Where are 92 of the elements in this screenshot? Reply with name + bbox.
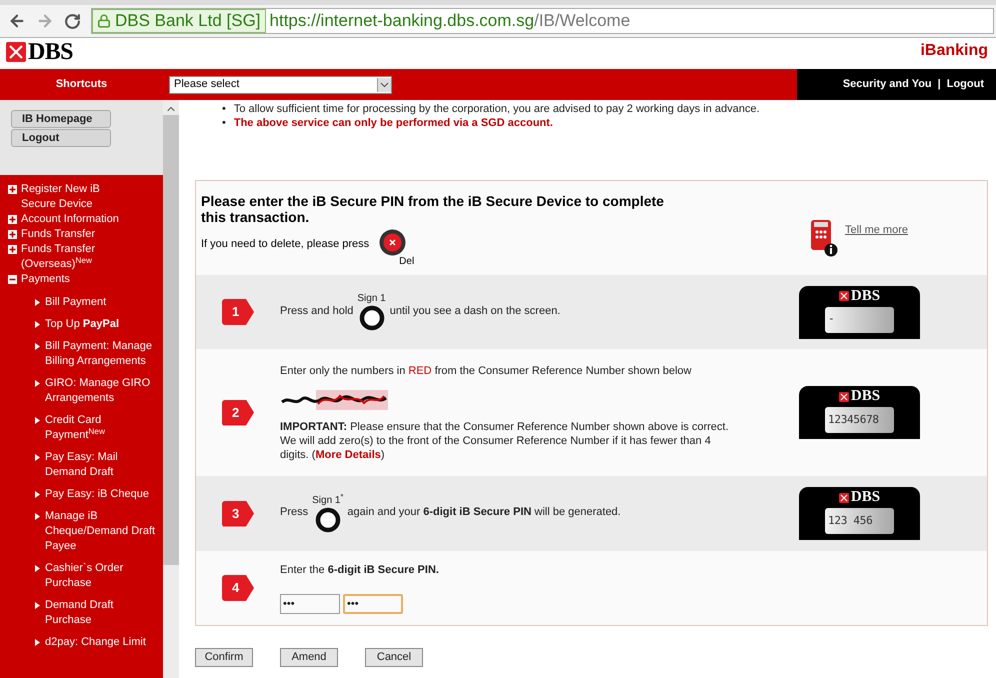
url-text: https://internet-banking.dbs.com.sg/IB/Welcome bbox=[270, 10, 630, 32]
logo-mark-icon bbox=[838, 492, 849, 502]
logo-mark-icon bbox=[838, 291, 849, 301]
sidebar-subitem[interactable]: Pay Easy: iB Cheque bbox=[45, 487, 159, 502]
sidebar-subitem[interactable]: GIRO: Manage GIRO Arrangements bbox=[45, 376, 159, 406]
triangle-bullet-icon bbox=[35, 321, 40, 328]
step-text: again and your 6-digit iB Secure PIN will be generated. bbox=[347, 505, 621, 520]
sidebar-subitem[interactable]: Manage iB Cheque/Demand Draft Payee bbox=[45, 509, 159, 554]
important-note: IMPORTANT: Please ensure that the Consumer Reference Number shown above is correct. We will add zero(s) to the front of the Consumer Reference Number if it has fewer than 4 digits. (More Details) bbox=[280, 420, 730, 462]
step-text: Press and hold bbox=[280, 304, 354, 318]
bullet-text: • bbox=[222, 102, 226, 116]
dropdown-caret-icon bbox=[377, 78, 391, 92]
triangle-bullet-icon bbox=[35, 513, 40, 520]
tell-me-more-link[interactable]: Tell me more bbox=[845, 222, 908, 238]
triangle-bullet-icon bbox=[35, 380, 40, 387]
triangle-bullet-icon bbox=[35, 299, 40, 306]
triangle-bullet-icon bbox=[35, 454, 40, 461]
token-info-icon bbox=[809, 219, 840, 257]
action-button[interactable]: Amend bbox=[280, 648, 338, 667]
sidebar-subitem[interactable]: Credit Card Payment$^{New}$ bbox=[45, 413, 159, 443]
step-number-badge: 1 bbox=[222, 299, 254, 325]
sidebar-item[interactable]: Payments bbox=[21, 272, 121, 287]
step-text: Enter the 6-digit iB Secure PIN. bbox=[280, 562, 440, 578]
sidebar-item[interactable]: Funds Transfer bbox=[21, 227, 121, 242]
token-screen: 123 456 bbox=[825, 508, 894, 534]
panel-title: Please enter the iB Secure PIN from the iB Secure Device to complete this transaction. bbox=[201, 193, 665, 225]
shortcut-select[interactable]: Please select bbox=[169, 76, 392, 94]
separator-text: | bbox=[938, 77, 941, 92]
triangle-bullet-icon bbox=[35, 565, 40, 572]
sidebar-subitem[interactable]: Top Up PayPal bbox=[45, 317, 159, 332]
back-icon[interactable] bbox=[8, 12, 26, 30]
step-text: Enter only the numbers in RED from the Consumer Reference Number shown below bbox=[280, 364, 692, 380]
plus-box-icon[interactable] bbox=[8, 230, 17, 239]
sidebar-subitem[interactable]: Cashier`s Order Purchase bbox=[45, 561, 159, 591]
plus-box-icon[interactable] bbox=[8, 245, 17, 254]
shortcuts-label: Shortcuts bbox=[54, 77, 108, 92]
address-bar[interactable]: DBS Bank Ltd [SG] https://internet-banking.dbs.com.sg/IB/Welcome bbox=[91, 8, 994, 34]
delete-key-icon bbox=[379, 229, 406, 256]
product-title: iBanking bbox=[920, 41, 988, 61]
minus-box-icon[interactable] bbox=[8, 275, 17, 284]
reload-icon[interactable] bbox=[64, 12, 81, 30]
more-details-link[interactable]: More Details bbox=[315, 448, 381, 461]
delete-key-label: Del bbox=[399, 255, 414, 269]
logout-link[interactable]: Logout bbox=[946, 76, 984, 93]
note-text: To allow sufficient time for processing by the corporation, you are advised to pay 2 working days in advance. bbox=[234, 102, 760, 116]
scrollbar[interactable] bbox=[163, 100, 179, 678]
token-logo: DBS bbox=[850, 288, 880, 304]
key-label: Sign 1 bbox=[357, 293, 386, 305]
sidebar-button[interactable]: Logout bbox=[11, 129, 111, 147]
token-logo: DBS bbox=[850, 389, 880, 404]
plus-box-icon[interactable] bbox=[8, 215, 17, 224]
sidebar-item[interactable]: Funds Transfer (Overseas)$^{New}$ bbox=[21, 242, 121, 272]
logo-mark-icon bbox=[838, 392, 849, 402]
triangle-bullet-icon bbox=[35, 639, 40, 646]
sidebar-subitem[interactable]: Demand Draft Purchase bbox=[45, 598, 159, 628]
certificate-badge[interactable]: DBS Bank Ltd [SG] bbox=[92, 9, 266, 33]
security-link[interactable]: Security and You bbox=[842, 76, 932, 93]
pin-input-field[interactable]: ••• bbox=[280, 594, 340, 614]
bullet-text: • bbox=[222, 116, 226, 130]
sidebar-subitem[interactable]: d2pay: Change Limit bbox=[45, 635, 159, 650]
action-button[interactable]: Cancel bbox=[365, 648, 423, 667]
scroll-thumb[interactable] bbox=[163, 115, 179, 565]
token-logo: DBS bbox=[850, 490, 880, 505]
pin-input-field[interactable]: ••• bbox=[343, 594, 403, 614]
triangle-bullet-icon bbox=[35, 602, 40, 609]
lock-icon bbox=[97, 14, 111, 28]
step-text: until you see a dash on the screen. bbox=[390, 304, 560, 318]
sidebar-subitem[interactable]: Pay Easy: Mail Demand Draft bbox=[45, 450, 159, 480]
step-number-badge: 3 bbox=[222, 500, 254, 526]
step-number-badge: 4 bbox=[222, 575, 254, 601]
step-text: Press bbox=[280, 505, 308, 520]
step-number-badge: 2 bbox=[222, 400, 254, 426]
plus-box-icon[interactable] bbox=[8, 185, 17, 194]
logo-mark-icon bbox=[6, 42, 26, 62]
sidebar-button[interactable]: IB Homepage bbox=[11, 110, 111, 128]
sidebar-item[interactable]: Account Information bbox=[21, 212, 121, 227]
token-screen: - bbox=[825, 306, 894, 332]
token-screen: 12345678 bbox=[825, 407, 894, 433]
key-label: Sign 1$^{*}$ bbox=[312, 494, 344, 506]
certificate-name: DBS Bank Ltd [SG] bbox=[115, 10, 261, 32]
triangle-bullet-icon bbox=[35, 343, 40, 350]
action-button[interactable]: Confirm bbox=[195, 648, 253, 667]
ring-key-icon bbox=[314, 506, 341, 532]
bank-logo: DBS bbox=[28, 40, 73, 64]
ring-key-icon bbox=[358, 305, 385, 331]
sidebar-subitem[interactable]: Bill Payment: Manage Billing Arrangements bbox=[45, 339, 159, 369]
note-text: The above service can only be performed via a SGD account. bbox=[234, 116, 553, 130]
triangle-bullet-icon bbox=[35, 491, 40, 498]
delete-hint: If you need to delete, please press bbox=[201, 237, 370, 252]
sidebar-subitem[interactable]: Bill Payment bbox=[45, 295, 159, 310]
sidebar-item[interactable]: Register New iB Secure Device bbox=[21, 182, 121, 212]
triangle-bullet-icon bbox=[35, 417, 40, 424]
